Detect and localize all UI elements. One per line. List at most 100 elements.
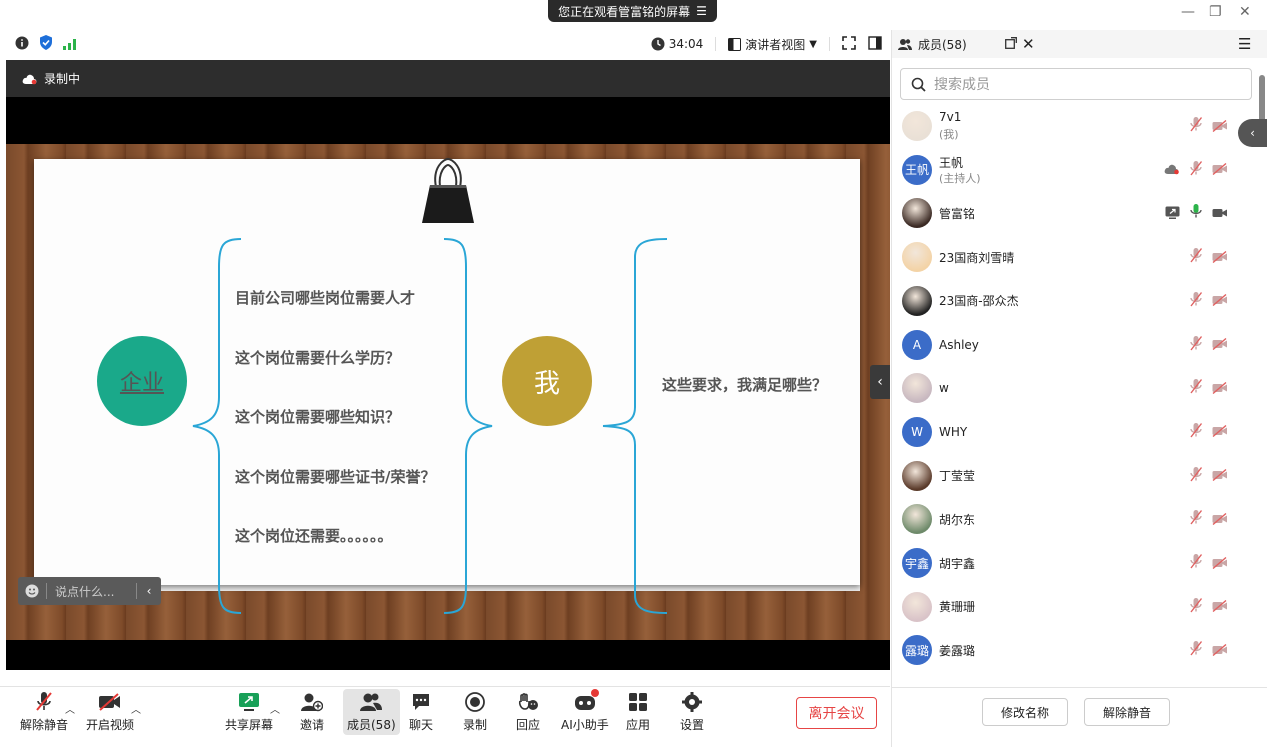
member-row[interactable]: w: [892, 368, 1252, 408]
menu-icon[interactable]: ☰: [1238, 35, 1251, 53]
emoji-icon[interactable]: [18, 584, 46, 598]
mic-muted-icon[interactable]: [1189, 640, 1203, 660]
mic-muted-icon[interactable]: [1189, 247, 1203, 267]
camera-off-icon[interactable]: [1212, 379, 1228, 398]
camera-off-icon[interactable]: [1212, 422, 1228, 441]
member-row[interactable]: 管富铭: [892, 193, 1252, 233]
mic-muted-icon[interactable]: [1189, 335, 1203, 355]
mic-muted-icon[interactable]: [1189, 378, 1203, 398]
bottom-toolbar: 解除静音 ︿ 开启视频 ︿ 共享屏幕 ︿ 邀请 成员(58) 聊天 录制 回应 …: [0, 686, 890, 742]
member-row[interactable]: 黄珊珊: [892, 587, 1252, 627]
avatar: 王帆: [902, 154, 932, 185]
mic-muted-icon[interactable]: [1189, 597, 1203, 617]
fullscreen-icon[interactable]: [842, 35, 856, 53]
member-list-scrollbar[interactable]: [1259, 75, 1265, 125]
minimize-button[interactable]: —: [1181, 4, 1195, 20]
react-icon: [516, 691, 540, 713]
member-row[interactable]: 宇鑫 胡宇鑫: [892, 543, 1252, 583]
sharing-banner[interactable]: 您正在观看管富铭的屏幕 ☰: [548, 0, 717, 22]
side-expand-tab[interactable]: ‹: [1238, 119, 1267, 147]
member-row[interactable]: 23国商-邵众杰: [892, 281, 1252, 321]
view-selector[interactable]: 演讲者视图 ▼: [728, 36, 817, 53]
leave-meeting-button[interactable]: 离开会议: [796, 697, 877, 729]
shared-screen: 企业 我 目前公司哪些岗位需要人才 这个岗位需要什么学历？ 这个岗位需要哪些知识…: [6, 97, 890, 670]
sidebar-toggle-icon[interactable]: [868, 35, 882, 53]
member-name: 胡尔东: [939, 512, 976, 527]
member-name: 23国商-邵众杰: [939, 294, 1019, 309]
restore-button[interactable]: ❐: [1209, 4, 1222, 20]
collapse-panel-button[interactable]: ‹: [870, 365, 890, 399]
unmute-all-button[interactable]: 解除静音: [1084, 698, 1170, 726]
invite-button[interactable]: 邀请: [300, 691, 324, 733]
apps-button[interactable]: 应用: [626, 691, 650, 733]
mic-muted-icon[interactable]: [1189, 422, 1203, 442]
search-members-input[interactable]: 搜索成员: [900, 68, 1252, 100]
close-icon[interactable]: ✕: [1022, 35, 1035, 53]
signal-icon[interactable]: [63, 35, 77, 54]
camera-off-icon[interactable]: [1212, 248, 1228, 267]
camera-icon[interactable]: [1212, 204, 1228, 223]
chevron-up-icon[interactable]: ︿: [131, 701, 141, 716]
record-button[interactable]: 录制: [463, 691, 487, 733]
mic-icon[interactable]: [1189, 203, 1203, 223]
camera-off-icon[interactable]: [1212, 160, 1228, 179]
camera-off-icon[interactable]: [1212, 117, 1228, 136]
camera-off-icon[interactable]: [1212, 597, 1228, 616]
camera-off-icon[interactable]: [1212, 554, 1228, 573]
settings-label: 设置: [680, 718, 705, 732]
shield-icon[interactable]: [39, 34, 53, 54]
share-screen-button[interactable]: 共享屏幕: [225, 691, 273, 733]
member-row[interactable]: 胡尔东: [892, 499, 1252, 539]
chevron-up-icon[interactable]: ︿: [65, 701, 75, 716]
members-button[interactable]: 成员(58): [343, 689, 400, 735]
camera-off-icon[interactable]: [1212, 510, 1228, 529]
mic-muted-icon[interactable]: [1189, 160, 1203, 180]
popout-icon[interactable]: [1005, 36, 1017, 52]
quick-chat-input[interactable]: 说点什么... ‹: [18, 577, 161, 605]
member-status-icons: [1189, 509, 1228, 529]
record-icon: [463, 691, 487, 713]
search-placeholder: 搜索成员: [934, 77, 990, 93]
unmute-button[interactable]: 解除静音: [20, 691, 68, 733]
settings-button[interactable]: 设置: [680, 691, 704, 733]
mic-muted-icon[interactable]: [1189, 291, 1203, 311]
unmute-label: 解除静音: [20, 718, 69, 732]
member-list: 7v1 (我) 王帆 王帆 (主持人) 管富铭 23国商刘雪晴 23国商-邵众杰 A Ashley…: [892, 106, 1252, 686]
member-row[interactable]: A Ashley: [892, 325, 1252, 365]
start-video-button[interactable]: 开启视频: [86, 691, 134, 733]
chevron-up-icon[interactable]: ︿: [270, 701, 280, 716]
camera-off-icon[interactable]: [1212, 641, 1228, 660]
member-name: 黄珊珊: [939, 600, 976, 615]
member-row[interactable]: 丁莹莹: [892, 456, 1252, 496]
mic-muted-icon[interactable]: [1189, 509, 1203, 529]
chevron-left-icon[interactable]: ‹: [137, 584, 161, 598]
chat-label: 聊天: [409, 718, 434, 732]
member-row[interactable]: 23国商刘雪晴: [892, 237, 1252, 277]
member-status-icons: [1189, 247, 1228, 267]
member-name: WHY: [939, 424, 968, 439]
camera-off-icon[interactable]: [1212, 335, 1228, 354]
menu-icon[interactable]: ☰: [696, 4, 707, 18]
info-icon[interactable]: [15, 35, 29, 54]
member-row[interactable]: 7v1 (我): [892, 106, 1252, 146]
camera-off-icon[interactable]: [1212, 466, 1228, 485]
chat-button[interactable]: 聊天: [409, 691, 433, 733]
member-row[interactable]: W WHY: [892, 412, 1252, 452]
close-window-button[interactable]: ✕: [1239, 4, 1251, 20]
ai-assistant-button[interactable]: AI小助手: [561, 689, 609, 733]
avatar: 露璐: [902, 635, 932, 666]
members-panel-title: 成员(58): [918, 37, 967, 52]
rename-button[interactable]: 修改名称: [982, 698, 1068, 726]
react-button[interactable]: 回应: [516, 691, 540, 733]
mic-muted-icon[interactable]: [1189, 553, 1203, 573]
member-row[interactable]: 露璐 姜露璐: [892, 630, 1252, 670]
avatar: [902, 460, 932, 491]
mic-muted-icon[interactable]: [1189, 116, 1203, 136]
member-row[interactable]: 王帆 王帆 (主持人): [892, 150, 1252, 190]
member-role: (我): [939, 128, 959, 141]
gear-icon: [680, 691, 704, 713]
mic-muted-icon[interactable]: [1189, 466, 1203, 486]
sharing-banner-text: 您正在观看管富铭的屏幕: [558, 4, 691, 19]
meeting-window: 您正在观看管富铭的屏幕 ☰ — ❐ ✕ 34:04 演讲者视图 ▼ 录制中 企业…: [0, 0, 1267, 747]
camera-off-icon[interactable]: [1212, 291, 1228, 310]
